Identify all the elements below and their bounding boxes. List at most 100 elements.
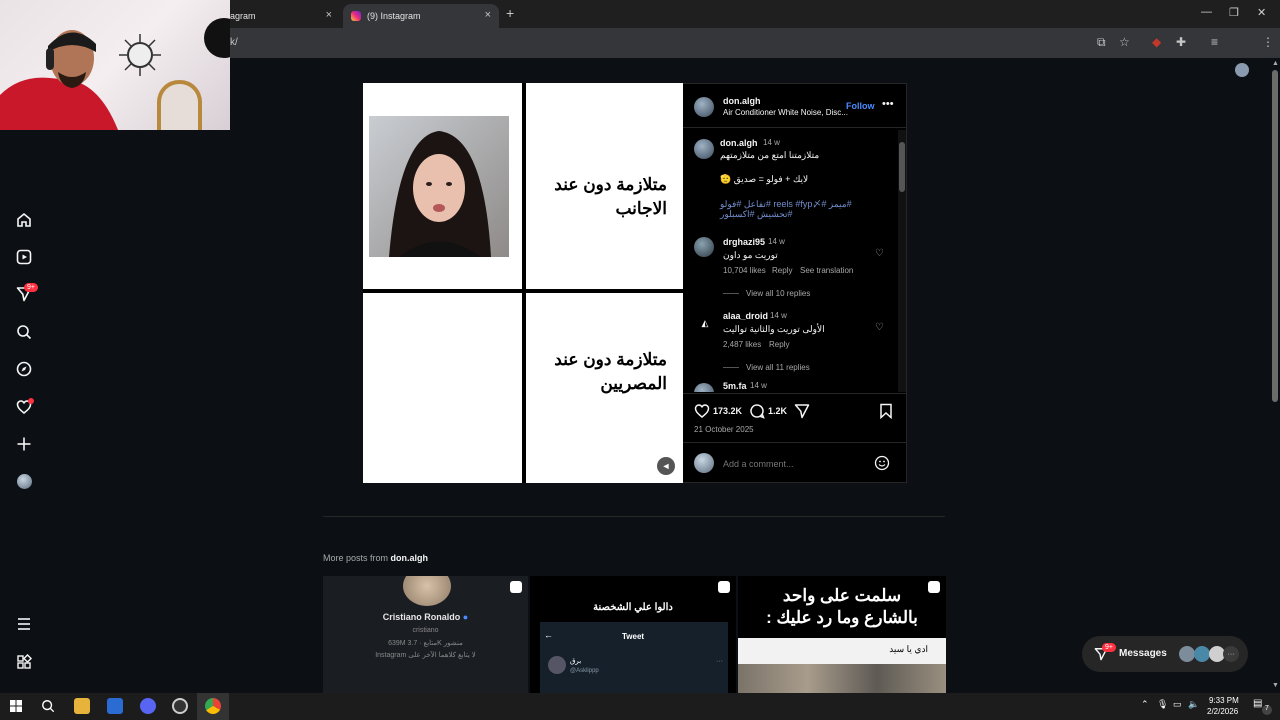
file-explorer-icon[interactable]	[74, 698, 90, 714]
comment-reply-button[interactable]: Reply	[769, 340, 789, 349]
comment-username[interactable]: 5m.fa	[723, 381, 747, 391]
author-avatar[interactable]	[694, 97, 714, 117]
audio-track[interactable]: Air Conditioner White Noise, Disc...	[723, 108, 848, 117]
scroll-up-icon[interactable]: ▲	[1272, 60, 1279, 67]
caption-author-avatar[interactable]	[694, 139, 714, 159]
tray-expand-icon[interactable]: ⌃	[1141, 699, 1149, 710]
thumb-caption-line-1: سلمت على واحد	[782, 586, 902, 605]
nav-profile[interactable]	[14, 471, 34, 491]
comment-username[interactable]: alaa_droid	[723, 311, 768, 321]
wall-frame-decoration	[157, 80, 202, 130]
nav-create[interactable]	[14, 434, 34, 454]
follow-button[interactable]: Follow	[846, 101, 875, 111]
meme-panel-top-right: متلازمة دون عند الاجانب	[526, 83, 683, 289]
comment-avatar[interactable]	[694, 383, 714, 392]
more-post-thumbnail[interactable]: سلمت على واحد بالشارع وما رد عليك : ادي …	[738, 576, 946, 693]
discord-icon[interactable]	[140, 698, 156, 714]
network-icon[interactable]: ▭	[1173, 699, 1182, 710]
caption-username[interactable]: don.algh	[720, 138, 758, 148]
see-translation-button[interactable]: See translation	[800, 266, 853, 275]
clock-date[interactable]: 2/2/2026	[1207, 707, 1238, 716]
comment-likes[interactable]: 10,704 likes	[723, 266, 766, 275]
windows-start-icon[interactable]	[10, 700, 22, 712]
like-heart-icon[interactable]	[694, 403, 710, 419]
media-control-icon[interactable]: ≡	[1211, 35, 1218, 49]
nav-notifications[interactable]	[14, 397, 34, 417]
comment-like-heart-icon[interactable]: ♡	[875, 248, 884, 259]
extension-icon[interactable]: ◆	[1152, 35, 1161, 49]
more-contacts-icon: ···	[1223, 646, 1239, 662]
profile-avatar[interactable]	[1235, 63, 1249, 77]
microphone-icon[interactable]: 🎙	[1157, 699, 1168, 710]
post-media[interactable]: متلازمة دون عند الاجانب متلازمة دون عند …	[363, 83, 683, 483]
mute-icon[interactable]: ◄	[657, 457, 675, 475]
nav-also-from-meta[interactable]	[14, 652, 34, 672]
page-scrollbar-thumb[interactable]	[1272, 70, 1278, 402]
share-send-icon[interactable]	[794, 403, 810, 419]
comment-text: الأولى توريت والثانية تواليت	[723, 324, 825, 334]
author-username[interactable]: don.algh	[723, 96, 761, 106]
comment-like-heart-icon[interactable]: ♡	[875, 322, 884, 333]
nav-more[interactable]	[14, 614, 34, 634]
like-count[interactable]: 173.2K	[713, 406, 742, 416]
tweet-header: Tweet	[622, 632, 645, 641]
new-tab-button[interactable]: +	[506, 5, 514, 21]
nav-explore[interactable]	[14, 359, 34, 379]
kebab-menu-icon[interactable]: ⋮	[1262, 35, 1274, 49]
window-close-icon[interactable]: ✕	[1257, 6, 1266, 19]
contact-avatar	[1194, 646, 1210, 662]
profile-follow-note: لا يتابع كلاهما الآخر على Instagram	[375, 652, 476, 659]
scrollbar-thumb[interactable]	[899, 142, 905, 192]
more-post-thumbnail[interactable]: دالوا علي الشخصنة ← Tweet برق @Asklippp …	[530, 576, 736, 693]
nav-search[interactable]	[14, 322, 34, 342]
store-icon[interactable]	[107, 698, 123, 714]
view-replies-button[interactable]: View all 11 replies	[746, 363, 810, 372]
woman-photo	[369, 116, 509, 257]
meme-panel-bottom-right: متلازمة دون عند المصريين ◄	[526, 293, 683, 483]
more-posts-username[interactable]: don.algh	[391, 553, 429, 563]
chrome-icon[interactable]	[205, 698, 221, 714]
comment-text: توريت مو داون	[723, 250, 778, 260]
messages-button[interactable]: 9+ Messages ···	[1082, 636, 1248, 672]
view-replies-button[interactable]: View all 10 replies	[746, 289, 810, 298]
minimize-icon[interactable]: —	[1201, 6, 1212, 18]
url-text[interactable]: k/	[230, 37, 238, 48]
more-post-thumbnail[interactable]: Cristiano Ronaldo ● cristiano 639M متابع…	[323, 576, 528, 693]
nav-reels[interactable]	[14, 247, 34, 267]
tab-close-icon[interactable]: ×	[485, 9, 491, 21]
comment-time: 14 w	[770, 311, 787, 320]
page-scrollbar[interactable]: ▲ ▼	[1270, 58, 1280, 693]
comment-username[interactable]: drghazi95	[723, 237, 765, 247]
tab-instagram[interactable]: (9) Instagram ×	[343, 4, 499, 28]
obs-icon[interactable]	[172, 698, 188, 714]
tab-close-icon[interactable]: ×	[326, 9, 332, 21]
comment-reply-button[interactable]: Reply	[772, 266, 792, 275]
install-app-icon[interactable]: ⧉	[1097, 35, 1106, 50]
restore-icon[interactable]: ❐	[1229, 6, 1239, 19]
comment-avatar[interactable]	[694, 237, 714, 257]
comment-count[interactable]: 1.2K	[768, 406, 787, 416]
more-options-icon[interactable]: •••	[882, 98, 894, 110]
bookmark-star-icon[interactable]: ☆	[1119, 35, 1130, 49]
meme-panel-bottom-left	[363, 293, 522, 483]
profile-name: Cristiano Ronaldo ●	[382, 612, 469, 622]
clock-time[interactable]: 9:33 PM	[1209, 696, 1239, 705]
save-bookmark-icon[interactable]	[879, 403, 893, 419]
add-comment-input[interactable]	[723, 457, 863, 471]
caption-hashtags-2[interactable]: #تحشيش #اكسبلور	[720, 209, 793, 220]
caption-time: 14 w	[763, 138, 780, 147]
nav-messages[interactable]: 9+	[14, 283, 38, 304]
notifications-center-icon[interactable]: ▤	[1253, 698, 1262, 709]
nav-home[interactable]	[14, 210, 34, 230]
comment-bubble-icon[interactable]	[749, 403, 765, 419]
volume-icon[interactable]: 🔈	[1188, 699, 1199, 710]
tab-previous[interactable]: agram ×	[222, 4, 340, 28]
emoji-icon[interactable]	[874, 455, 890, 471]
comment-likes[interactable]: 2,487 likes	[723, 340, 761, 349]
search-icon[interactable]	[41, 699, 55, 713]
comments-scrollbar[interactable]	[898, 130, 906, 392]
puzzle-extensions-icon[interactable]: ✚	[1176, 35, 1186, 49]
tab-label: agram	[230, 11, 256, 21]
scroll-down-icon[interactable]: ▼	[1272, 682, 1279, 689]
comment-avatar[interactable]: ◭	[696, 314, 714, 332]
